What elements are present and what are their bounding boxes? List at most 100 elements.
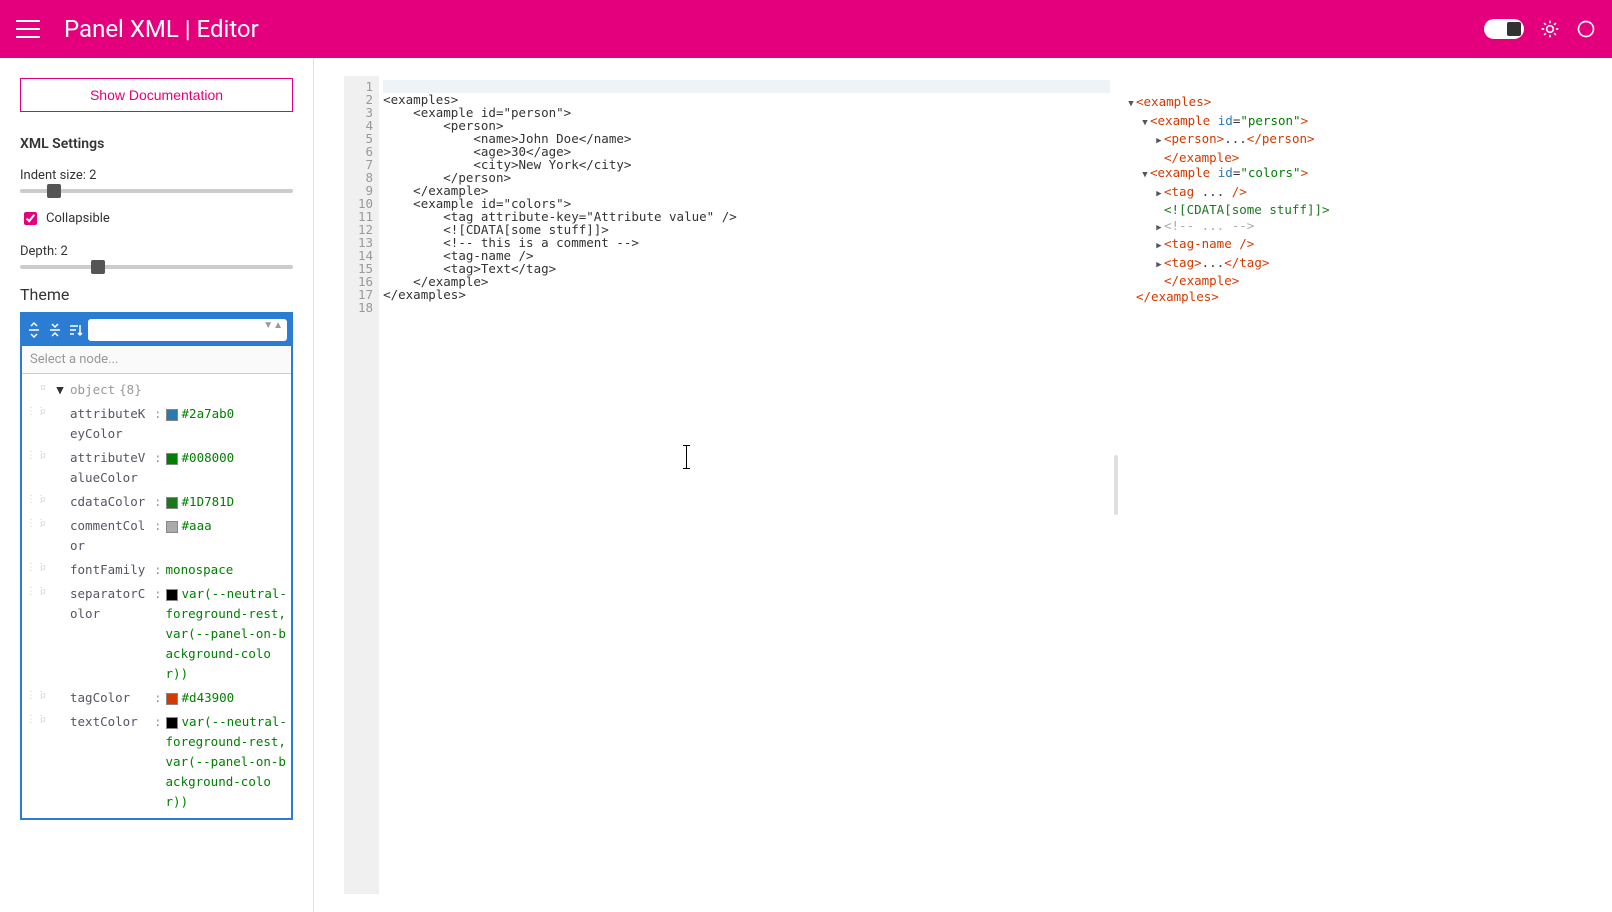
tree-property-row[interactable]: ⋮⋮▫commentColor:#aaa	[22, 514, 291, 558]
drag-handle-icon[interactable]: ⋮⋮	[26, 584, 36, 684]
collapsible-checkbox[interactable]	[24, 212, 37, 225]
tree-prop-value: #d43900	[166, 688, 287, 708]
tree-prop-value: var(--neutral-foreground-rest, var(--pan…	[166, 712, 287, 812]
tree-prop-key: attributeKeyColor	[70, 404, 150, 444]
xml-viewer-node[interactable]: ▶<!-- ... -->	[1126, 218, 1592, 237]
collapse-all-icon[interactable]	[47, 318, 64, 342]
code-line[interactable]: </example>	[383, 275, 1110, 288]
circle-icon[interactable]	[1576, 19, 1596, 39]
context-menu-icon[interactable]: ▫	[40, 448, 50, 488]
context-menu-icon[interactable]: ▫	[40, 560, 50, 580]
xml-viewer-node[interactable]: <![CDATA[some stuff]]>	[1126, 202, 1592, 218]
theme-json-editor: ▼▲ Select a node... ▫ ▼ object {8} ⋮⋮▫at…	[20, 312, 293, 820]
search-dropdown-icon[interactable]: ▼▲	[263, 322, 283, 330]
xml-viewer-node[interactable]: ▼<examples>	[1126, 94, 1592, 113]
code-editor[interactable]: 123456789101112131415161718 <examples> <…	[344, 76, 1110, 894]
context-menu-icon[interactable]: ▫	[40, 380, 50, 400]
code-line[interactable]	[383, 80, 1110, 93]
sort-icon[interactable]	[67, 318, 84, 342]
drag-handle-icon[interactable]: ⋮⋮	[26, 560, 36, 580]
drag-handle-icon[interactable]: ⋮⋮	[26, 492, 36, 512]
tree-prop-key: commentColor	[70, 516, 150, 556]
node-toggle-icon[interactable]: ▼	[1140, 116, 1150, 132]
code-line[interactable]	[383, 301, 1110, 314]
theme-heading: Theme	[20, 285, 293, 304]
xml-viewer-pane[interactable]: ▼<examples>▼<example id="person">▶<perso…	[1122, 76, 1602, 894]
node-toggle-icon[interactable]: ▼	[1140, 168, 1150, 184]
xml-viewer-node[interactable]: </examples>	[1126, 289, 1592, 305]
tree-prop-key: tagColor	[70, 688, 150, 708]
pane-divider[interactable]	[1110, 76, 1122, 894]
drag-handle-icon[interactable]: ⋮⋮	[26, 404, 36, 444]
xml-viewer-node[interactable]: ▶<tag>...</tag>	[1126, 255, 1592, 274]
node-toggle-icon[interactable]: ▼	[1126, 97, 1136, 113]
drag-handle-icon[interactable]: ⋮⋮	[26, 448, 36, 488]
drag-handle-icon[interactable]: ⋮⋮	[26, 516, 36, 556]
drag-handle-icon[interactable]: ⋮⋮	[26, 712, 36, 812]
color-swatch	[166, 497, 178, 509]
editor-pane: 123456789101112131415161718 <examples> <…	[314, 58, 1612, 912]
tree-root-row[interactable]: ▫ ▼ object {8}	[22, 378, 291, 402]
tree-prop-key: cdataColor	[70, 492, 150, 512]
context-menu-icon[interactable]: ▫	[40, 712, 50, 812]
disclosure-toggle-icon[interactable]: ▼	[54, 380, 66, 400]
menu-icon[interactable]	[16, 17, 40, 41]
node-toggle-icon[interactable]: ▶	[1154, 239, 1164, 255]
xml-viewer-node[interactable]: ▶<tag-name />	[1126, 236, 1592, 255]
app-header: Panel XML | Editor	[0, 0, 1612, 58]
color-swatch	[166, 589, 178, 601]
context-menu-icon[interactable]: ▫	[40, 516, 50, 556]
tree-property-row[interactable]: ⋮⋮▫attributeValueColor:#008000	[22, 446, 291, 490]
node-toggle-icon[interactable]: ▶	[1154, 221, 1164, 237]
collapsible-checkbox-row[interactable]: Collapsible	[20, 209, 293, 228]
code-line[interactable]: </person>	[383, 171, 1110, 184]
code-line[interactable]: <tag>Text</tag>	[383, 262, 1110, 275]
theme-tree: ▫ ▼ object {8} ⋮⋮▫attributeKeyColor:#2a7…	[22, 374, 291, 818]
xml-viewer-node[interactable]: ▼<example id="colors">	[1126, 165, 1592, 184]
expand-all-icon[interactable]	[26, 318, 43, 342]
node-toggle-icon[interactable]: ▶	[1154, 134, 1164, 150]
tree-prop-value: #2a7ab0	[166, 404, 287, 444]
indent-size-slider[interactable]	[20, 189, 293, 193]
drag-handle-icon[interactable]: ⋮⋮	[26, 688, 36, 708]
tree-prop-key: separatorColor	[70, 584, 150, 684]
sidebar-panel: Show Documentation XML Settings Indent s…	[0, 58, 314, 912]
context-menu-icon[interactable]: ▫	[40, 584, 50, 684]
theme-toggle[interactable]	[1484, 19, 1524, 39]
xml-viewer-node[interactable]: </example>	[1126, 273, 1592, 289]
xml-viewer-node[interactable]: ▼<example id="person">	[1126, 113, 1592, 132]
line-number-gutter: 123456789101112131415161718	[344, 76, 379, 894]
context-menu-icon[interactable]: ▫	[40, 688, 50, 708]
color-swatch	[166, 409, 178, 421]
tree-root-type: object	[70, 380, 115, 400]
theme-search-input[interactable]	[88, 319, 287, 341]
tree-prop-key: attributeValueColor	[70, 448, 150, 488]
xml-viewer-node[interactable]: ▶<person>...</person>	[1126, 131, 1592, 150]
color-swatch	[166, 453, 178, 465]
node-toggle-icon[interactable]: ▶	[1154, 258, 1164, 274]
node-toggle-icon[interactable]: ▶	[1154, 187, 1164, 203]
code-line[interactable]: </examples>	[383, 288, 1110, 301]
indent-size-label: Indent size:	[20, 168, 86, 183]
depth-slider[interactable]	[20, 265, 293, 269]
xml-viewer-node[interactable]: ▶<tag ... />	[1126, 184, 1592, 203]
indent-size-setting: Indent size: 2	[20, 168, 293, 193]
tree-property-row[interactable]: ⋮⋮▫separatorColor:var(--neutral-foregrou…	[22, 582, 291, 686]
code-content[interactable]: <examples> <example id="person"> <person…	[379, 76, 1110, 894]
tree-property-row[interactable]: ⋮⋮▫fontFamily:monospace	[22, 558, 291, 582]
node-select-input[interactable]: Select a node...	[22, 346, 291, 374]
depth-label: Depth:	[20, 244, 57, 259]
sun-icon[interactable]	[1540, 19, 1560, 39]
tree-property-row[interactable]: ⋮⋮▫cdataColor:#1D781D	[22, 490, 291, 514]
color-swatch	[166, 693, 178, 705]
main-area: Show Documentation XML Settings Indent s…	[0, 58, 1612, 912]
xml-viewer-node[interactable]: </example>	[1126, 150, 1592, 166]
context-menu-icon[interactable]: ▫	[40, 404, 50, 444]
color-swatch	[166, 717, 178, 729]
context-menu-icon[interactable]: ▫	[40, 492, 50, 512]
tree-property-row[interactable]: ⋮⋮▫attributeKeyColor:#2a7ab0	[22, 402, 291, 446]
tree-property-row[interactable]: ⋮⋮▫tagColor:#d43900	[22, 686, 291, 710]
show-documentation-button[interactable]: Show Documentation	[20, 78, 293, 112]
tree-property-row[interactable]: ⋮⋮▫textColor:var(--neutral-foreground-re…	[22, 710, 291, 814]
tree-root-count: {8}	[119, 380, 142, 400]
